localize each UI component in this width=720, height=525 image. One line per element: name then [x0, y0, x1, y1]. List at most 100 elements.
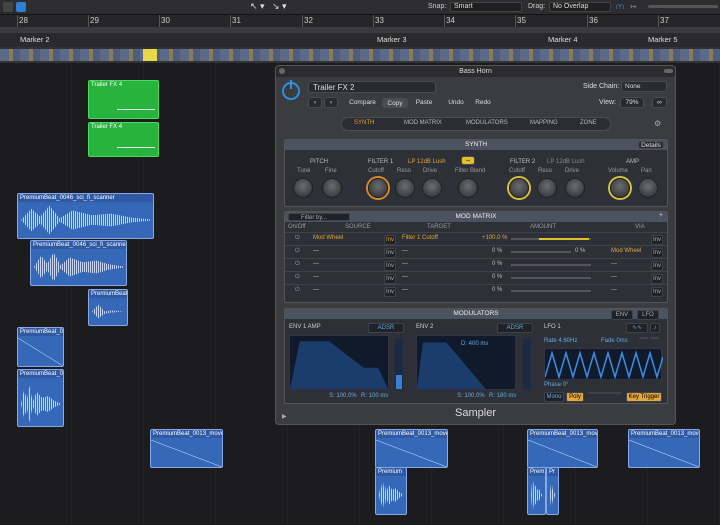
- audio-region[interactable]: Prem: [527, 467, 546, 515]
- compare-button[interactable]: Compare: [346, 98, 379, 108]
- marker[interactable]: Marker 2: [20, 35, 50, 44]
- side-chain-select[interactable]: None: [621, 81, 667, 92]
- filter-blend-knob[interactable]: [458, 178, 478, 198]
- volume-knob[interactable]: [610, 178, 630, 198]
- close-icon[interactable]: [279, 68, 285, 74]
- audio-region[interactable]: PremiumBeat_0046_sci_fi_scanner: [17, 193, 154, 239]
- mono-button[interactable]: Mono: [544, 392, 564, 402]
- audio-region[interactable]: PremiumBeat_00: [17, 369, 64, 427]
- filter-search-input[interactable]: Filter by...: [288, 213, 350, 221]
- lfo-fade-out-icon[interactable]: [650, 337, 659, 339]
- env1-level-slider[interactable]: [395, 339, 403, 389]
- amount-slider[interactable]: [511, 264, 591, 266]
- env2-level-slider[interactable]: [523, 339, 531, 389]
- audio-region[interactable]: PremiumBeat_0046_sci_fi_scanner_3: [30, 240, 127, 286]
- env2-mode-select[interactable]: ADSR: [497, 323, 533, 333]
- env1-mode-select[interactable]: ADSR: [368, 323, 404, 333]
- amount-slider[interactable]: [511, 290, 591, 292]
- waveform-zoom-icon[interactable]: ⩋: [616, 2, 624, 12]
- env1-graph[interactable]: [289, 335, 389, 390]
- mod-matrix-row[interactable]: ⏻ — Inv — 0 % — Inv: [285, 258, 667, 271]
- via-select[interactable]: —: [611, 261, 617, 267]
- gear-icon[interactable]: ⚙: [654, 119, 661, 128]
- amount-value[interactable]: +100.0 %: [482, 235, 508, 241]
- region-green[interactable]: Trailer FX 4: [88, 80, 159, 119]
- target-select[interactable]: Filter 1 Cutoff: [402, 235, 438, 241]
- source-select[interactable]: Mod Wheel: [313, 235, 343, 241]
- audio-region[interactable]: PremiumBeat_0013_move_: [628, 429, 700, 468]
- undo-button[interactable]: Undo: [444, 98, 468, 108]
- audio-region[interactable]: PremiumBeat_0013_move_: [150, 429, 223, 468]
- tab-mapping[interactable]: MAPPING: [530, 120, 558, 126]
- add-icon[interactable]: +: [659, 212, 663, 219]
- via-invert-button[interactable]: Inv: [651, 235, 663, 245]
- mod-matrix-row[interactable]: ⏻ — Inv — 0 % — Inv: [285, 284, 667, 297]
- filter1-reso-knob[interactable]: [395, 178, 415, 198]
- audio-region[interactable]: Premium: [375, 467, 407, 515]
- audio-region[interactable]: PremiumBeat_0013_move_: [375, 429, 448, 468]
- view-zoom-select[interactable]: 79%: [620, 97, 644, 108]
- via-select[interactable]: Mod Wheel: [611, 248, 641, 254]
- source-select[interactable]: —: [313, 261, 319, 267]
- tab-mod-matrix[interactable]: MOD MATRIX: [404, 120, 442, 126]
- target-select[interactable]: —: [402, 261, 408, 267]
- marker[interactable]: Marker 4: [548, 35, 578, 44]
- filter2-drive-knob[interactable]: [565, 178, 585, 198]
- poly-button[interactable]: Poly: [566, 392, 584, 402]
- target-select[interactable]: —: [402, 274, 408, 280]
- amount-value[interactable]: 0 %: [492, 248, 502, 254]
- amount-slider[interactable]: [511, 238, 591, 240]
- audio-region[interactable]: PremiumBeat_0013_move_: [527, 429, 598, 468]
- pan-knob[interactable]: [638, 178, 658, 198]
- invert-button[interactable]: Inv: [384, 274, 396, 284]
- filter-link-button[interactable]: ⇔: [461, 156, 475, 165]
- pencil-tool-icon[interactable]: ↘ ▾: [272, 1, 287, 12]
- amount-value[interactable]: 0 %: [492, 261, 502, 267]
- zoom-slider[interactable]: [648, 5, 718, 8]
- audio-region[interactable]: Pr: [546, 467, 559, 515]
- lfo-fade[interactable]: Fade 0ms: [601, 338, 628, 344]
- preset-select[interactable]: Trailer FX 2: [308, 81, 436, 93]
- power-icon[interactable]: ⏻: [295, 274, 300, 281]
- add-lfo-button[interactable]: LFO: [637, 310, 659, 320]
- key-trigger-button[interactable]: Key Trigger: [626, 392, 662, 402]
- via-select[interactable]: —: [611, 287, 617, 293]
- invert-button[interactable]: Inv: [384, 248, 396, 258]
- next-preset-button[interactable]: ›: [324, 97, 338, 108]
- lfo-graph[interactable]: [544, 348, 663, 380]
- region-green[interactable]: Trailer FX 4: [88, 122, 159, 157]
- tab-synth[interactable]: SYNTH: [354, 120, 374, 126]
- fine-knob[interactable]: [322, 178, 342, 198]
- lfo-fade-in-icon[interactable]: [639, 337, 648, 339]
- mod-matrix-row[interactable]: ⏻ — Inv — 0 % 0 % Mod Wheel Inv: [285, 245, 667, 258]
- filter2-reso-knob[interactable]: [537, 178, 557, 198]
- catch-icon[interactable]: [16, 2, 26, 12]
- filter1-type[interactable]: LP 12dB Lush: [408, 159, 446, 165]
- amount-value[interactable]: 0 %: [492, 287, 502, 293]
- sampler-plugin-window[interactable]: Bass Horn Trailer FX 2 ‹ › Compare Copy …: [275, 65, 676, 425]
- power-icon[interactable]: ⏻: [295, 248, 300, 255]
- lfo-free-button[interactable]: [588, 392, 622, 394]
- via-invert-button[interactable]: Inv: [651, 261, 663, 271]
- pointer-tool-icon[interactable]: ↖ ▾: [250, 1, 265, 12]
- audio-region[interactable]: PremiumBeat_00: [17, 327, 64, 367]
- copy-button[interactable]: Copy: [382, 98, 408, 108]
- amount-slider[interactable]: [511, 277, 591, 279]
- lfo-rate[interactable]: Rate 4.60Hz: [544, 338, 577, 344]
- marker[interactable]: Marker 3: [377, 35, 407, 44]
- horizontal-zoom-icon[interactable]: ⇿: [630, 2, 637, 11]
- prev-preset-button[interactable]: ‹: [308, 97, 322, 108]
- tab-zone[interactable]: ZONE: [580, 120, 597, 126]
- filter2-type[interactable]: LP 12dB Lush: [547, 159, 585, 165]
- tab-modulators[interactable]: MODULATORS: [466, 120, 508, 126]
- invert-button[interactable]: Inv: [384, 261, 396, 271]
- amount-slider[interactable]: [511, 251, 571, 253]
- filter2-cutoff-knob[interactable]: [509, 178, 529, 198]
- target-select[interactable]: —: [402, 248, 408, 254]
- lfo-wave-select[interactable]: ∿∿: [626, 323, 648, 333]
- bar-ruler[interactable]: 28 29 30 31 32 33 34 35 36 37: [0, 15, 720, 33]
- link-icon[interactable]: ∞: [652, 97, 667, 108]
- power-icon[interactable]: ⏻: [295, 235, 300, 242]
- lfo-sync-icon[interactable]: ♪: [650, 323, 660, 333]
- grid-icon[interactable]: [3, 2, 13, 12]
